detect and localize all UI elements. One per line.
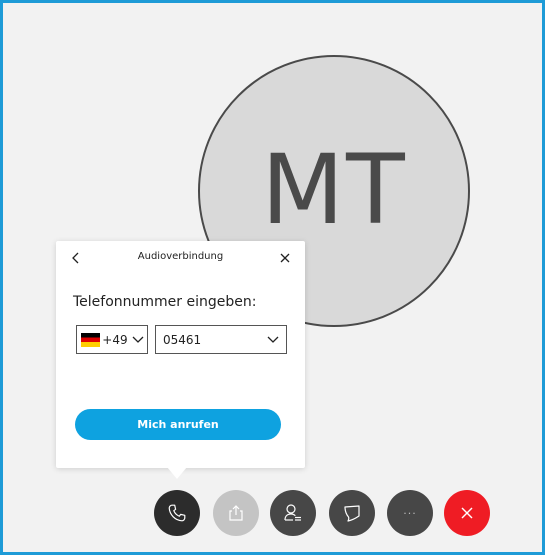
- back-button[interactable]: [65, 247, 87, 269]
- close-icon: [461, 507, 473, 519]
- popup-pointer: [167, 467, 187, 479]
- chevron-down-icon: [130, 331, 147, 349]
- germany-flag-icon: [81, 332, 101, 347]
- more-icon: ···: [403, 506, 417, 520]
- phone-icon: [168, 504, 186, 522]
- share-icon: [229, 505, 243, 521]
- close-button[interactable]: [274, 247, 296, 269]
- popup-header: Audioverbindung: [56, 241, 305, 275]
- chevron-left-icon: [72, 252, 79, 264]
- participants-button[interactable]: [270, 490, 316, 536]
- phone-number-label: Telefonnummer eingeben:: [73, 294, 257, 310]
- share-button[interactable]: [213, 490, 259, 536]
- participants-icon: [284, 504, 301, 521]
- close-icon: [280, 253, 290, 263]
- phone-number-field[interactable]: 05461: [155, 325, 287, 354]
- chat-button[interactable]: [329, 490, 375, 536]
- call-me-button[interactable]: Mich anrufen: [75, 409, 281, 440]
- hang-up-button[interactable]: [444, 490, 490, 536]
- phone-number-value: 05461: [163, 332, 202, 347]
- avatar-initials: MT: [261, 134, 407, 246]
- country-code-select[interactable]: +49: [76, 325, 148, 354]
- audio-button[interactable]: [154, 490, 200, 536]
- audio-connection-popup: Audioverbindung Telefonnummer eingeben: …: [56, 241, 305, 468]
- meeting-stage: MT Audioverbindung Telefonnummer eingebe…: [0, 0, 545, 555]
- popup-title: Audioverbindung: [137, 251, 224, 262]
- chevron-down-icon: [264, 331, 282, 349]
- chat-icon: [344, 505, 360, 522]
- more-button[interactable]: ···: [387, 490, 433, 536]
- country-code-value: +49: [102, 332, 128, 347]
